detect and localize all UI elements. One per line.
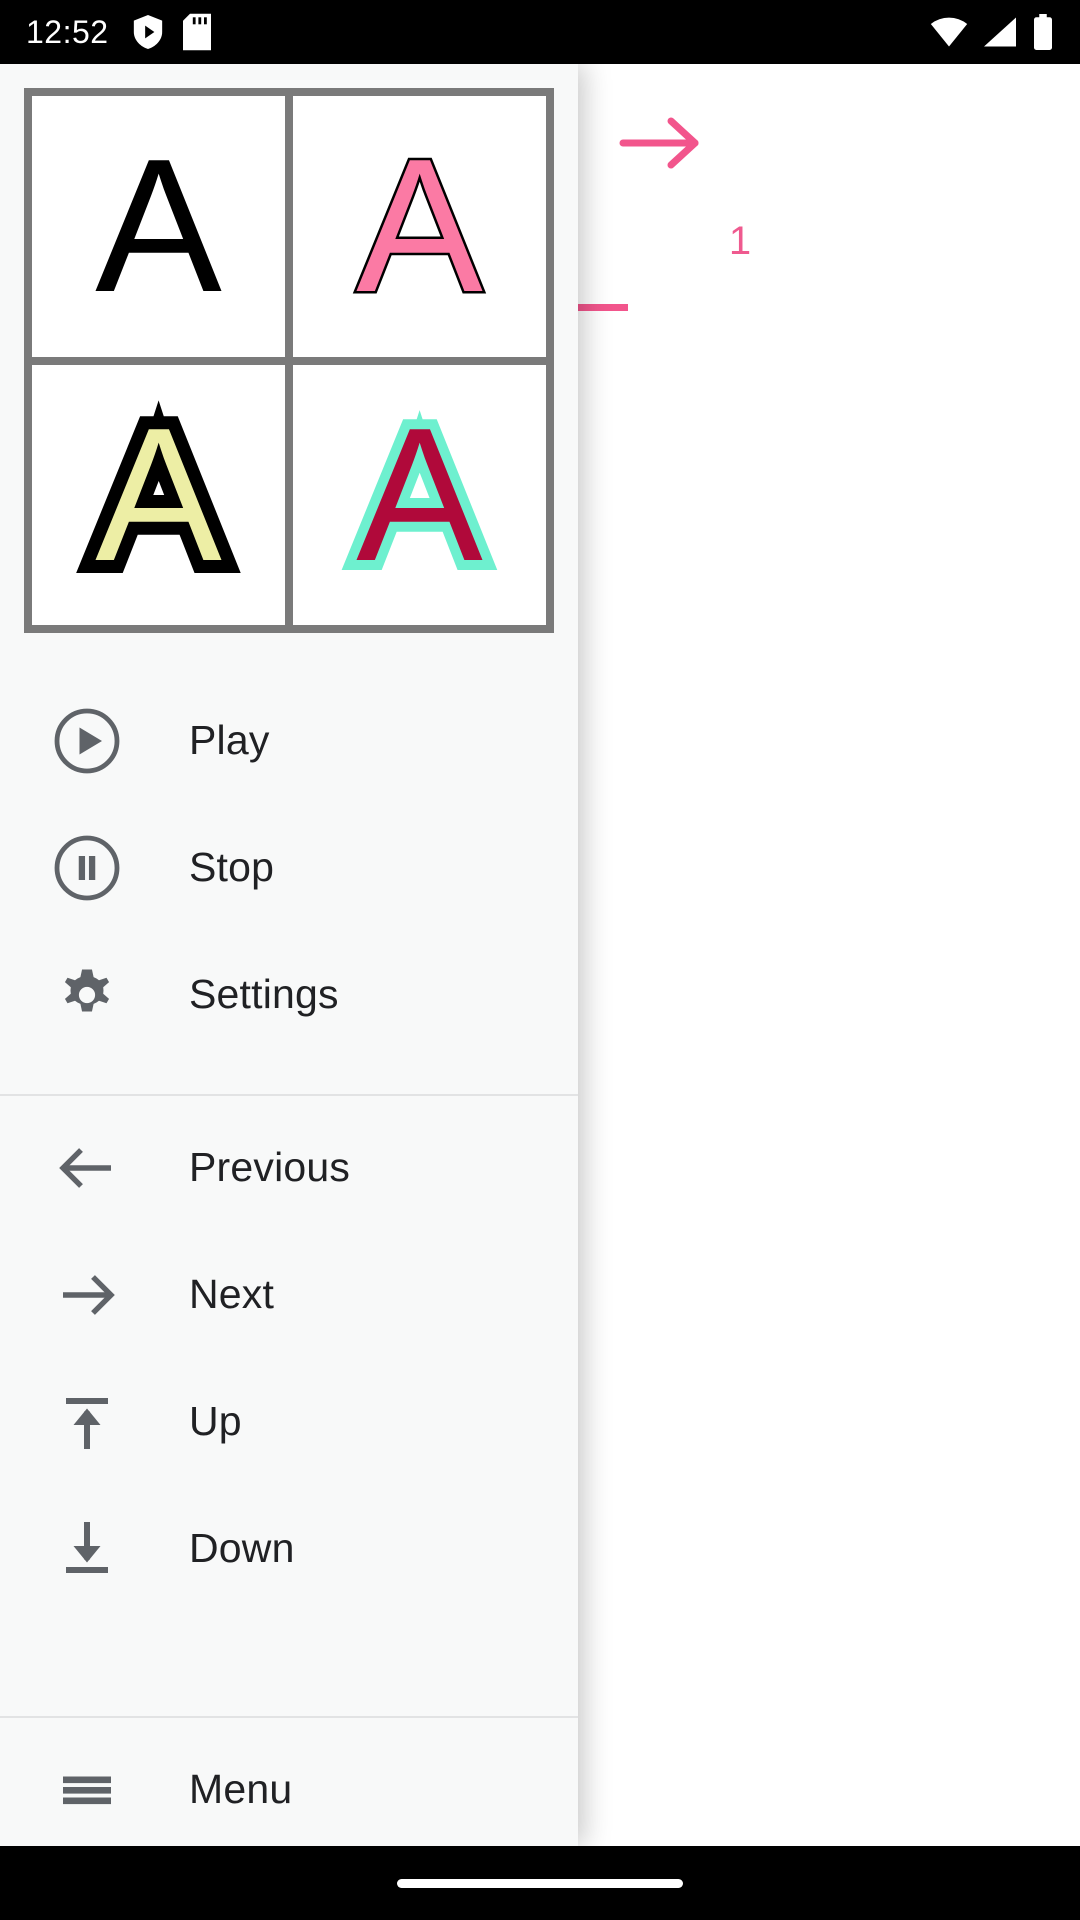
hamburger-icon [42,1754,132,1826]
status-bar-system-icons [930,14,1054,50]
status-bar-notification-icons [131,13,211,51]
menu-item-previous[interactable]: Previous [0,1104,578,1231]
text-style-preview-grid: A A A A [24,88,554,633]
drawer-section-navigation: Previous Next Up Down [0,1104,578,1612]
section-divider [0,1716,578,1718]
menu-item-next[interactable]: Next [0,1231,578,1358]
menu-item-label: Down [189,1525,295,1571]
section-divider [0,1094,578,1096]
wifi-icon [930,17,968,47]
arrow-down-to-line-icon [42,1513,132,1585]
navigation-drawer: A A A A Play Stop Settings Previous Next… [0,64,578,1846]
style-glyph: A [346,388,493,601]
page-number: 1 [728,219,752,263]
menu-item-stop[interactable]: Stop [0,804,578,931]
pause-circle-icon [42,832,132,904]
status-bar-clock: 12:52 [26,14,109,50]
arrow-left-icon [42,1132,132,1204]
gear-icon [42,959,132,1031]
cell-signal-icon [984,17,1016,47]
arrow-right-icon [619,117,699,168]
menu-item-down[interactable]: Down [0,1485,578,1612]
menu-item-label: Next [189,1271,275,1317]
style-cell-yellow-thick-black[interactable]: A [32,364,285,625]
arrow-up-to-line-icon [42,1386,132,1458]
battery-icon [1034,14,1052,50]
home-gesture-pill[interactable] [397,1878,683,1888]
menu-item-settings[interactable]: Settings [0,931,578,1058]
system-navigation-bar [0,1846,1080,1920]
style-cell-plain-black[interactable]: A [32,96,285,357]
menu-item-label: Play [189,717,270,763]
style-glyph: A [82,387,235,603]
menu-item-play[interactable]: Play [0,677,578,804]
menu-item-label: Up [189,1398,242,1444]
shield-play-icon [133,15,162,49]
menu-item-label: Stop [189,844,275,890]
sd-card-icon [182,13,211,51]
screen: EN AND AND NOW 1 aori hero, hooks, essen… [0,0,1080,1920]
play-circle-icon [42,705,132,777]
style-cell-crimson-teal[interactable]: A [293,364,546,625]
style-glyph: A [354,120,486,333]
menu-item-label: Previous [189,1144,351,1190]
style-cell-pink-outline[interactable]: A [293,96,546,357]
drawer-section-playback: Play Stop Settings [0,677,578,1058]
menu-item-menu[interactable]: Menu [0,1726,578,1846]
status-bar: 12:52 [0,0,1080,64]
next-page-button[interactable] [615,113,701,178]
menu-item-label: Settings [189,971,339,1017]
menu-item-up[interactable]: Up [0,1358,578,1485]
drawer-section-view: Menu Zoom In [0,1726,578,1846]
menu-item-label: Menu [189,1766,293,1812]
style-glyph: A [95,120,222,333]
arrow-right-icon [42,1259,132,1331]
